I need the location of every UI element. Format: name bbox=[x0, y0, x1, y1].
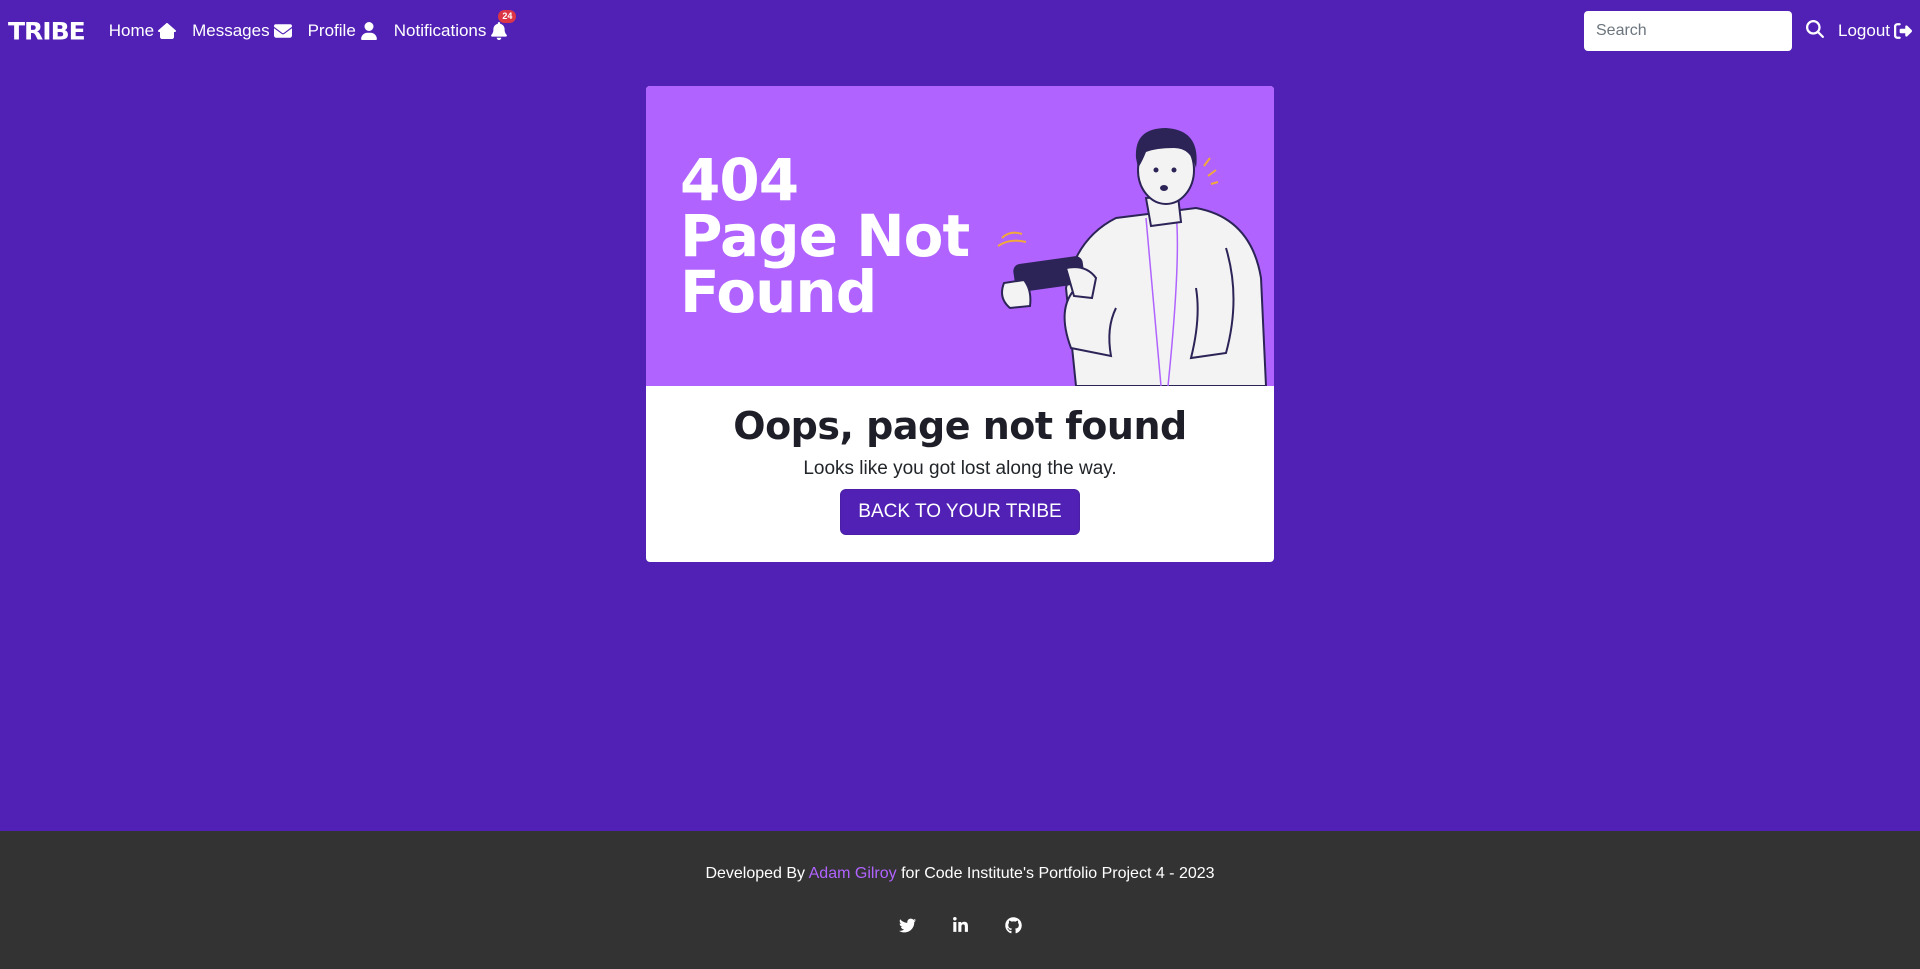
not-found-card: 404 Page Not Found Oops, page not found … bbox=[646, 86, 1274, 562]
author-link[interactable]: Adam Gilroy bbox=[809, 865, 897, 882]
nav-right: Logout bbox=[1584, 11, 1912, 51]
error-subtitle: Looks like you got lost along the way. bbox=[803, 458, 1117, 479]
nav-item-label: Messages bbox=[192, 21, 270, 40]
footer-suffix: for Code Institute's Portfolio Project 4… bbox=[896, 865, 1215, 882]
nav-item-label: Profile bbox=[307, 21, 356, 40]
nav-item-notifications[interactable]: Notifications 24 bbox=[393, 10, 517, 41]
search-input[interactable] bbox=[1584, 11, 1792, 51]
nav-item-profile[interactable]: Profile bbox=[308, 21, 378, 41]
search-icon bbox=[1806, 19, 1824, 38]
card-body: Oops, page not found Looks like you got … bbox=[646, 386, 1274, 535]
footer-credit: Developed By Adam Gilroy for Code Instit… bbox=[0, 865, 1920, 883]
github-link[interactable] bbox=[1004, 917, 1022, 934]
hero-text: 404 Page Not Found bbox=[680, 146, 970, 326]
social-links bbox=[0, 917, 1920, 934]
nav-item-label: Home bbox=[108, 21, 155, 40]
home-icon bbox=[158, 23, 177, 40]
nav-item-messages[interactable]: Messages bbox=[192, 21, 292, 41]
back-to-tribe-button[interactable]: BACK TO YOUR TRIBE bbox=[840, 489, 1080, 535]
confused-man-illustration bbox=[997, 128, 1268, 386]
twitter-link[interactable] bbox=[898, 917, 916, 934]
hero-code: 404 bbox=[680, 146, 799, 214]
error-title: Oops, page not found bbox=[733, 404, 1187, 448]
user-icon bbox=[360, 22, 377, 40]
hero-line-3: Found bbox=[680, 258, 877, 326]
not-found-hero-image: 404 Page Not Found bbox=[646, 86, 1274, 386]
notification-count-badge: 24 bbox=[498, 10, 517, 23]
bell-icon bbox=[491, 22, 508, 40]
envelope-icon bbox=[273, 24, 292, 38]
nav-item-label: Notifications bbox=[393, 21, 487, 40]
linkedin-icon bbox=[952, 917, 968, 932]
brand-logo[interactable]: TRIBE bbox=[8, 17, 86, 45]
linkedin-link[interactable] bbox=[952, 917, 969, 934]
logout-label: Logout bbox=[1838, 21, 1890, 40]
logout-link[interactable]: Logout bbox=[1838, 21, 1912, 41]
search-button[interactable] bbox=[1806, 19, 1824, 43]
footer: Developed By Adam Gilroy for Code Instit… bbox=[0, 831, 1920, 969]
twitter-icon bbox=[898, 918, 916, 933]
nav-item-home[interactable]: Home bbox=[108, 21, 177, 41]
footer-prefix: Developed By bbox=[705, 865, 809, 882]
navbar: TRIBE Home Messages Profile Notification… bbox=[0, 0, 1920, 62]
github-icon bbox=[1004, 917, 1022, 934]
logout-icon bbox=[1894, 23, 1912, 39]
hero-line-2: Page Not bbox=[680, 202, 970, 270]
nav-links: Home Messages Profile Notifications 24 bbox=[108, 10, 517, 41]
